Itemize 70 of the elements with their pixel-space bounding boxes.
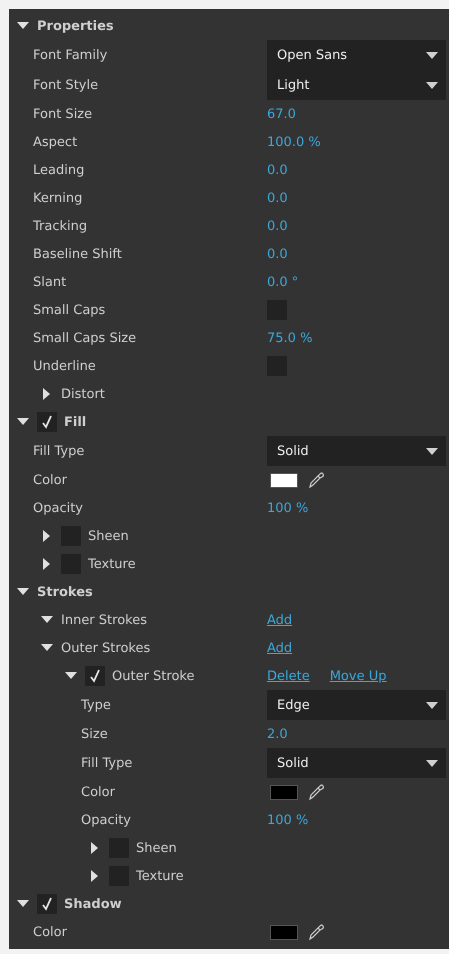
- property-label: Fill Type: [81, 756, 132, 770]
- caret-icon: [426, 82, 438, 88]
- color-swatch[interactable]: [270, 472, 298, 488]
- property-value[interactable]: 67.0: [267, 106, 296, 122]
- property-value[interactable]: 0.0: [267, 162, 288, 178]
- property-label: Color: [33, 472, 67, 488]
- property-label: Tracking: [33, 218, 88, 234]
- dropdown[interactable]: Edge: [267, 690, 446, 720]
- property-label: Leading: [33, 162, 84, 178]
- caret-icon: [426, 52, 438, 58]
- property-value[interactable]: 100 %: [267, 812, 308, 828]
- text-link[interactable]: Delete: [267, 668, 310, 684]
- property-value[interactable]: 100 %: [267, 500, 308, 516]
- property-label: Opacity: [81, 812, 132, 828]
- dropdown[interactable]: Solid: [267, 748, 446, 778]
- property-value[interactable]: 0.0: [267, 246, 288, 262]
- property-label: Slant: [33, 274, 66, 290]
- section-title: Texture: [88, 556, 136, 572]
- section-title: Strokes: [37, 584, 93, 600]
- text-link[interactable]: Add: [267, 612, 292, 628]
- property-label: Kerning: [33, 190, 82, 206]
- caret-icon: [426, 760, 438, 766]
- section-title: Fill: [64, 414, 86, 430]
- dropdown[interactable]: Solid: [267, 436, 446, 466]
- property-value[interactable]: 0.0: [267, 218, 288, 234]
- property-label: Size: [81, 726, 108, 742]
- property-label: Aspect: [33, 134, 78, 150]
- color-swatch[interactable]: [270, 924, 298, 940]
- section-title: Sheen: [88, 528, 129, 544]
- section-title: Sheen: [136, 840, 177, 856]
- property-label: Font Family: [33, 48, 108, 62]
- eyedropper-icon[interactable]: [307, 783, 325, 801]
- property-label: Small Caps Size: [33, 330, 136, 346]
- property-label: Font Style: [33, 78, 98, 92]
- property-label: Opacity: [33, 500, 84, 516]
- text-link[interactable]: Add: [267, 640, 292, 656]
- property-value[interactable]: 75.0 %: [267, 330, 312, 346]
- checkbox[interactable]: [85, 666, 105, 686]
- property-label: Font Size: [33, 106, 92, 122]
- property-label: Color: [81, 784, 115, 800]
- section-title: Properties: [37, 18, 114, 34]
- property-value[interactable]: 100.0 %: [267, 134, 321, 150]
- checkmark-icon: [41, 415, 53, 429]
- checkmark-icon: [41, 897, 53, 911]
- checkmark-icon: [89, 669, 101, 683]
- dropdown[interactable]: Open Sans: [267, 40, 446, 70]
- section-title: Distort: [61, 386, 105, 402]
- dropdown[interactable]: Light: [267, 70, 446, 100]
- property-label: Baseline Shift: [33, 246, 122, 262]
- section-title: Outer Strokes: [61, 640, 150, 656]
- section-title: Shadow: [64, 896, 122, 912]
- section-title: Texture: [136, 868, 184, 884]
- section-title: Outer Stroke: [112, 668, 194, 684]
- text-link[interactable]: Move Up: [330, 668, 386, 684]
- property-label: Type: [81, 698, 111, 712]
- color-swatch[interactable]: [270, 784, 298, 800]
- checkbox[interactable]: [37, 412, 57, 432]
- caret-icon: [426, 702, 438, 708]
- caret-icon: [426, 448, 438, 454]
- property-label: Color: [33, 924, 67, 940]
- checkbox[interactable]: [37, 894, 57, 914]
- eyedropper-icon[interactable]: [307, 471, 325, 489]
- property-value[interactable]: 0.0: [267, 190, 288, 206]
- property-value[interactable]: 2.0: [267, 726, 288, 742]
- property-value[interactable]: 0.0 °: [267, 274, 298, 290]
- property-label: Underline: [33, 358, 96, 374]
- property-label: Fill Type: [33, 444, 84, 458]
- eyedropper-icon[interactable]: [307, 923, 325, 941]
- section-title: Inner Strokes: [61, 612, 147, 628]
- property-label: Small Caps: [33, 302, 106, 318]
